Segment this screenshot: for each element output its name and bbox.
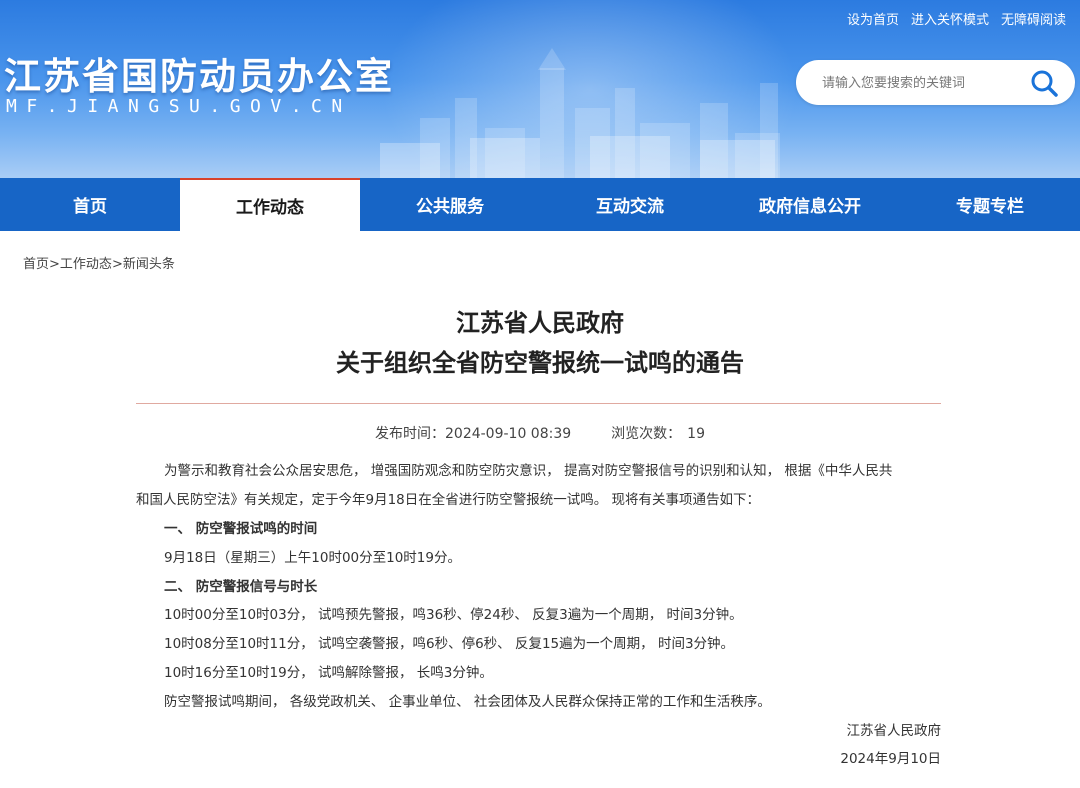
care-mode-link[interactable]: 进入关怀模式 — [911, 9, 989, 28]
signature-date: 2024年9月10日 — [840, 751, 941, 767]
search-button[interactable] — [1027, 66, 1061, 100]
title-divider — [136, 403, 941, 404]
section1-text: 9月18日（星期三）上午10时00分至10时19分。 — [164, 550, 461, 566]
nav-home[interactable]: 首页 — [0, 178, 180, 231]
nav-gov-info[interactable]: 政府信息公开 — [720, 178, 900, 231]
breadcrumb-home[interactable]: 首页 — [23, 257, 49, 272]
section1-title: 一、 防空警报试鸣的时间 — [164, 521, 318, 537]
views-label: 浏览次数： — [611, 426, 682, 442]
main-nav: 首页 工作动态 公共服务 互动交流 政府信息公开 专题专栏 — [0, 178, 1080, 231]
search-input[interactable] — [822, 72, 1022, 94]
nav-special-topics[interactable]: 专题专栏 — [900, 178, 1080, 231]
breadcrumb-separator: > — [111, 257, 123, 272]
top-links: 设为首页 进入关怀模式 无障碍阅读 — [847, 9, 1066, 28]
article-title-line2: 关于组织全省防空警报统一试鸣的通告 — [336, 349, 744, 377]
set-homepage-link[interactable]: 设为首页 — [847, 9, 899, 28]
signature: 江苏省人民政府 — [846, 723, 942, 739]
site-domain: MF.JIANGSU.GOV.CN — [6, 96, 352, 117]
article-meta: 发布时间：2024-09-10 08:39 浏览次数： 19 — [0, 423, 1080, 443]
publish-time: 2024-09-10 08:39 — [445, 426, 572, 442]
signal-3: 10时16分至10时19分， 试鸣解除警报， 长鸣3分钟。 — [164, 665, 493, 681]
breadcrumb-current[interactable]: 新闻头条 — [123, 257, 175, 272]
section2-title: 二、 防空警报信号与时长 — [164, 579, 318, 595]
breadcrumb-section[interactable]: 工作动态 — [60, 257, 112, 272]
views-count: 19 — [687, 426, 705, 442]
signal-2: 10时08分至10时11分， 试鸣空袭警报，鸣6秒、停6秒、 反复15遍为一个周… — [164, 636, 735, 652]
nav-work-news[interactable]: 工作动态 — [180, 178, 360, 231]
article-title-line1: 江苏省人民政府 — [456, 309, 624, 337]
breadcrumb-separator: > — [49, 257, 60, 272]
closing-text: 防空警报试鸣期间， 各级党政机关、 企事业单位、 社会团体及人民群众保持正常的工… — [164, 694, 771, 710]
site-title: 江苏省国防动员办公室 — [4, 55, 394, 98]
intro-line2: 和国人民防空法》有关规定，定于今年9月18日在全省进行防空警报统一试鸣。 现将有… — [136, 492, 761, 508]
signal-1: 10时00分至10时03分， 试鸣预先警报，鸣36秒、停24秒、 反复3遍为一个… — [164, 607, 743, 623]
accessibility-link[interactable]: 无障碍阅读 — [1001, 9, 1066, 28]
header-banner: 设为首页 进入关怀模式 无障碍阅读 江苏省国防动员办公室 MF.JIANGSU.… — [0, 0, 1080, 178]
nav-public-service[interactable]: 公共服务 — [360, 178, 540, 231]
nav-interaction[interactable]: 互动交流 — [540, 178, 720, 231]
intro-line1: 为警示和教育社会公众居安思危， 增强国防观念和防空防灾意识， 提高对防空警报信号… — [164, 463, 893, 479]
search-box — [796, 60, 1075, 105]
breadcrumb: 首页>工作动态>新闻头条 — [23, 253, 175, 272]
search-icon — [1031, 70, 1058, 97]
publish-label: 发布时间： — [375, 426, 445, 442]
